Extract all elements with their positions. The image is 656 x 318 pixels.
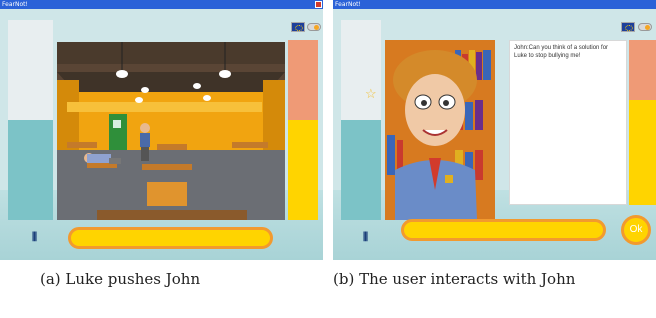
front-desk-top [97, 210, 247, 220]
caption-a: (a) Luke pushes John [40, 270, 201, 288]
input-bar[interactable] [401, 219, 606, 241]
toggle-icon[interactable] [638, 23, 652, 31]
title-bar: FearNot! [333, 0, 656, 9]
door-window [113, 120, 121, 128]
right-column [629, 40, 656, 100]
dialogue-panel: John:Can you think of a solution for Luk… [509, 40, 627, 205]
badge [445, 175, 453, 183]
green-door [109, 114, 127, 152]
input-bar[interactable] [68, 227, 273, 249]
eu-flag-icon[interactable] [291, 22, 305, 32]
close-button[interactable] [315, 1, 322, 8]
toggle-icon[interactable] [307, 23, 321, 31]
right-column-bottom [629, 100, 656, 205]
left-teal-block [8, 120, 53, 220]
screenshot-b: FearNot! ☆ John:Can you think of a solut… [333, 0, 656, 260]
star-icon: ☆ [365, 86, 377, 101]
right-column-bottom [288, 120, 318, 220]
right-column-top [288, 40, 318, 120]
classroom-scene [57, 42, 285, 220]
title-bar: FearNot! [0, 0, 323, 9]
logo-mark-icon: ⫴ [32, 230, 38, 244]
window-title: FearNot! [2, 1, 28, 8]
logo: ⫴ [12, 228, 52, 250]
logo-mark-icon: ⫴ [363, 230, 369, 244]
john-closeup-scene [385, 40, 495, 220]
logo: ⫴ [343, 228, 383, 250]
ceiling-dark [57, 42, 285, 64]
luke-character [140, 123, 150, 161]
ok-button[interactable]: Ok [621, 215, 651, 245]
eu-flag-icon[interactable] [621, 22, 635, 32]
caption-b: (b) The user interacts with John [333, 270, 576, 288]
ceiling-edge [57, 72, 285, 92]
screenshot-a: FearNot! ⫴ [0, 0, 323, 260]
window-title: FearNot! [335, 1, 361, 8]
wall-stripe [67, 102, 262, 112]
left-teal-block [341, 120, 381, 220]
dialogue-text: John:Can you think of a solution for Luk… [514, 45, 609, 59]
